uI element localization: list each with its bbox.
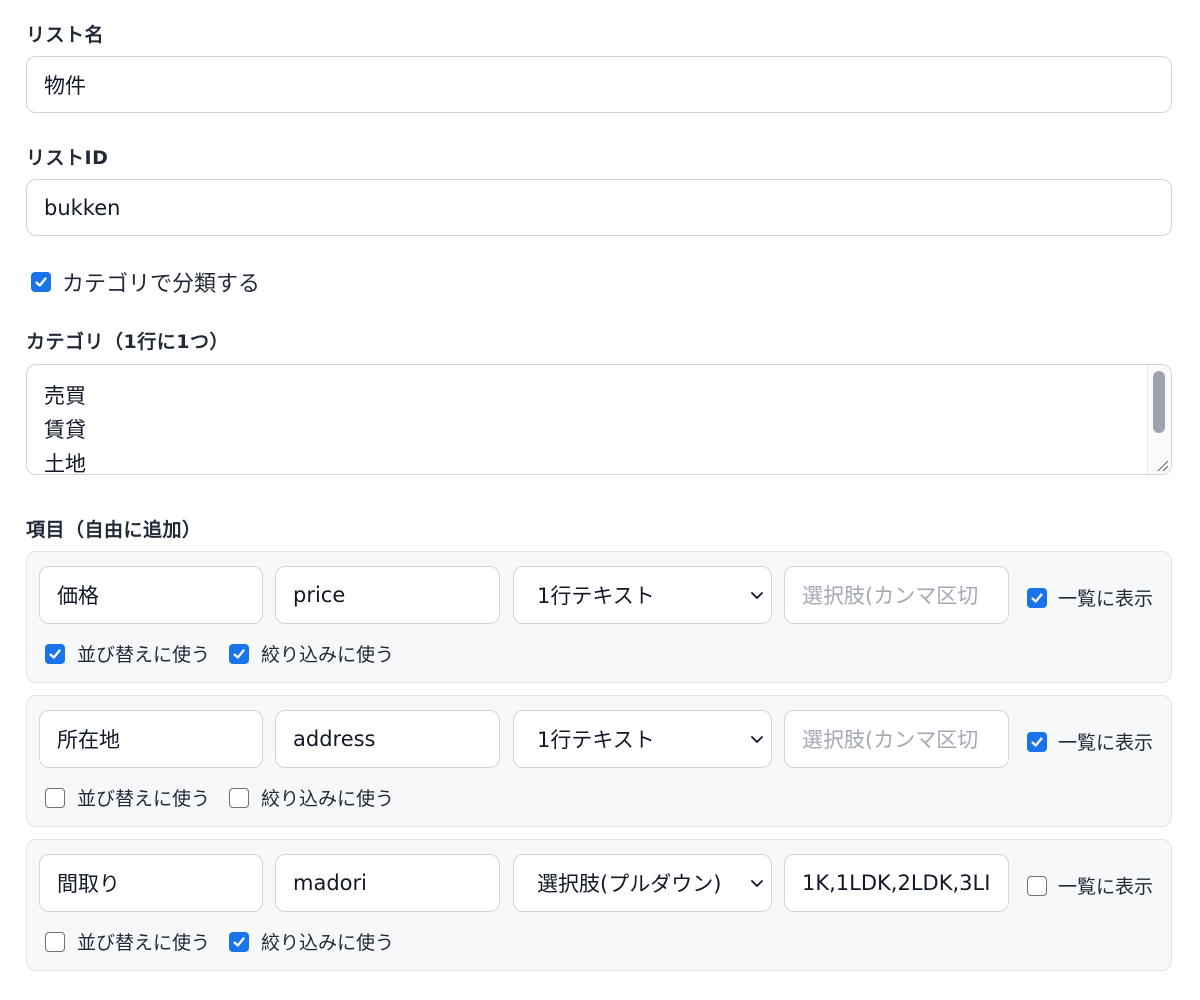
list-id-label: リストID: [26, 147, 109, 169]
category-line: 土地: [44, 452, 86, 475]
item-row: 価格 price 1行テキスト 選択肢(カンマ区切 一覧に表示 並び替えに使う …: [26, 551, 1172, 683]
show-in-list-label: 一覧に表示: [1058, 732, 1154, 754]
categories-label: カテゴリ（1行に1つ）: [26, 331, 229, 353]
filter-checkbox[interactable]: [229, 787, 250, 808]
show-in-list-label: 一覧に表示: [1058, 588, 1154, 610]
checkmark-icon: [35, 277, 47, 287]
show-in-list-checkbox[interactable]: [1027, 587, 1047, 608]
checkmark-icon: [1031, 592, 1043, 603]
show-in-list-label: 一覧に表示: [1058, 876, 1154, 898]
item-type-value: 選択肢(プルダウン): [537, 872, 722, 896]
categorize-label: カテゴリで分類する: [62, 272, 261, 297]
item-name-input[interactable]: 所在地: [39, 710, 263, 768]
sort-checkbox[interactable]: [45, 787, 65, 808]
filter-option[interactable]: 絞り込みに使う: [229, 928, 394, 955]
checkmark-icon: [233, 936, 245, 947]
scrollbar-thumb[interactable]: [1153, 371, 1165, 433]
list-id-input[interactable]: bukken: [26, 179, 1172, 236]
chevron-down-icon: [751, 736, 763, 743]
sort-option[interactable]: 並び替えに使う: [45, 928, 210, 955]
filter-label: 絞り込みに使う: [261, 788, 395, 810]
filter-checkbox[interactable]: [229, 931, 250, 952]
sort-label: 並び替えに使う: [77, 644, 211, 666]
item-options-input[interactable]: 1K,1LDK,2LDK,3LI: [784, 854, 1009, 912]
show-in-list-checkbox[interactable]: [1027, 731, 1047, 752]
sort-label: 並び替えに使う: [77, 788, 211, 810]
chevron-down-icon: [751, 592, 763, 599]
resize-grip-icon[interactable]: [1155, 458, 1169, 472]
category-line: 賃貸: [44, 418, 86, 442]
item-row: 間取り madori 選択肢(プルダウン) 1K,1LDK,2LDK,3LI 一…: [26, 839, 1172, 971]
sort-option[interactable]: 並び替えに使う: [45, 784, 210, 811]
item-type-select[interactable]: 1行テキスト: [513, 710, 772, 768]
item-name-input[interactable]: 間取り: [39, 854, 263, 912]
item-id-input[interactable]: price: [275, 566, 500, 624]
categorize-checkbox[interactable]: [31, 272, 51, 292]
categorize-option[interactable]: カテゴリで分類する: [31, 266, 260, 298]
show-in-list-checkbox[interactable]: [1027, 875, 1047, 896]
show-in-list-option[interactable]: 一覧に表示: [1027, 584, 1153, 611]
sort-checkbox[interactable]: [45, 931, 65, 952]
checkmark-icon: [49, 648, 61, 659]
filter-option[interactable]: 絞り込みに使う: [229, 784, 394, 811]
filter-label: 絞り込みに使う: [261, 932, 395, 954]
item-id-input[interactable]: madori: [275, 854, 500, 912]
item-name-input[interactable]: 価格: [39, 566, 263, 624]
filter-label: 絞り込みに使う: [261, 644, 395, 666]
sort-option[interactable]: 並び替えに使う: [45, 640, 210, 667]
filter-option[interactable]: 絞り込みに使う: [229, 640, 394, 667]
list-name-label: リスト名: [26, 24, 105, 46]
show-in-list-option[interactable]: 一覧に表示: [1027, 728, 1153, 755]
item-id-input[interactable]: address: [275, 710, 500, 768]
items-label: 項目（自由に追加）: [26, 519, 202, 541]
chevron-down-icon: [751, 880, 763, 887]
item-options-input[interactable]: 選択肢(カンマ区切: [784, 710, 1009, 768]
sort-label: 並び替えに使う: [77, 932, 211, 954]
categories-textarea[interactable]: 売買 賃貸 土地: [26, 364, 1172, 475]
item-type-select[interactable]: 1行テキスト: [513, 566, 772, 624]
item-type-value: 1行テキスト: [537, 728, 655, 752]
item-type-value: 1行テキスト: [537, 584, 655, 608]
item-type-select[interactable]: 選択肢(プルダウン): [513, 854, 772, 912]
item-options-input[interactable]: 選択肢(カンマ区切: [784, 566, 1009, 624]
category-line: 売買: [44, 384, 86, 408]
item-row: 所在地 address 1行テキスト 選択肢(カンマ区切 一覧に表示 並び替えに…: [26, 695, 1172, 827]
show-in-list-option[interactable]: 一覧に表示: [1027, 872, 1153, 899]
checkmark-icon: [233, 648, 245, 659]
checkmark-icon: [1031, 736, 1043, 747]
filter-checkbox[interactable]: [229, 643, 250, 664]
list-name-input[interactable]: 物件: [26, 56, 1172, 113]
sort-checkbox[interactable]: [45, 643, 65, 664]
